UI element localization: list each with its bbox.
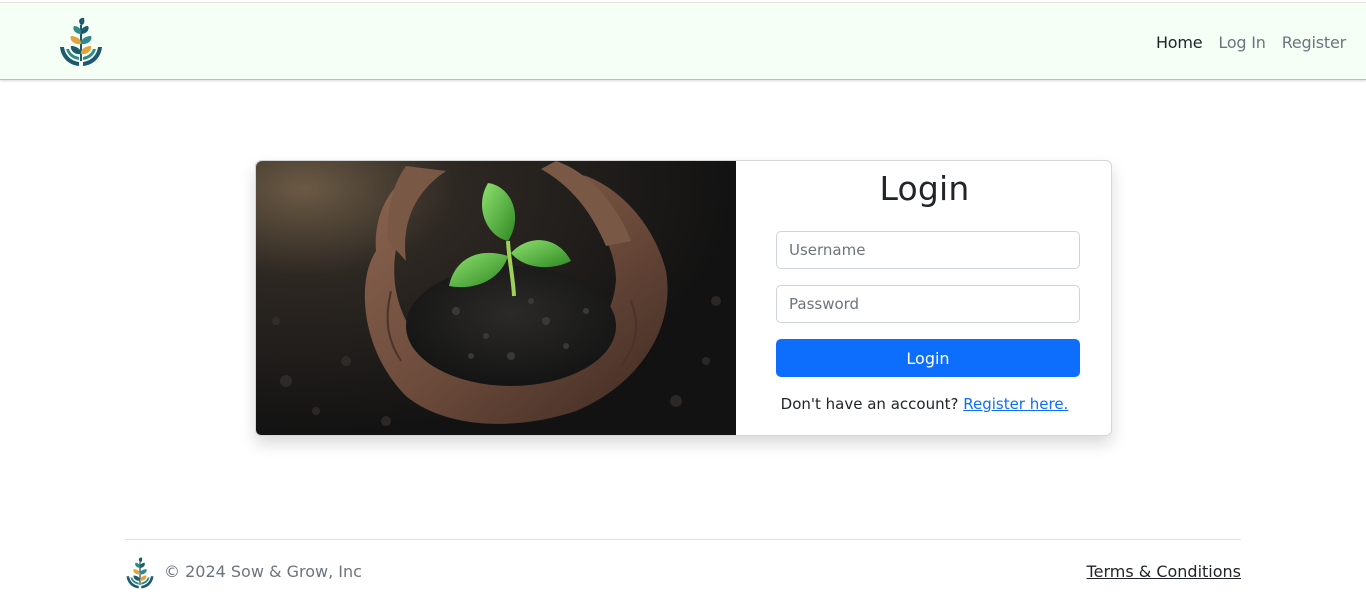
navbar: Home Log In Register [0, 2, 1366, 80]
nav-link-home[interactable]: Home [1156, 33, 1203, 52]
footer: © 2024 Sow & Grow, Inc Terms & Condition… [125, 539, 1241, 599]
seedling-in-soil-hands-image [256, 161, 736, 435]
login-form: Login Login Don't have an account? Regis… [736, 161, 1111, 435]
terms-link[interactable]: Terms & Conditions [1087, 562, 1241, 581]
login-card: Login Login Don't have an account? Regis… [255, 160, 1112, 436]
nav-link-register[interactable]: Register [1282, 33, 1346, 52]
username-input[interactable] [776, 231, 1080, 269]
password-input[interactable] [776, 285, 1080, 323]
sprout-in-hands-logo-icon [126, 557, 154, 589]
register-prompt: Don't have an account? Register here. [736, 395, 1111, 413]
register-link[interactable]: Register here. [963, 395, 1068, 413]
login-button[interactable]: Login [776, 339, 1080, 377]
nav-link-login[interactable]: Log In [1218, 33, 1266, 52]
login-title: Login [879, 169, 970, 208]
copyright-text: © 2024 Sow & Grow, Inc [164, 562, 362, 581]
register-prompt-text: Don't have an account? [780, 395, 959, 413]
nav-links: Home Log In Register [1140, 3, 1346, 81]
sprout-in-hands-logo-icon [60, 17, 102, 66]
